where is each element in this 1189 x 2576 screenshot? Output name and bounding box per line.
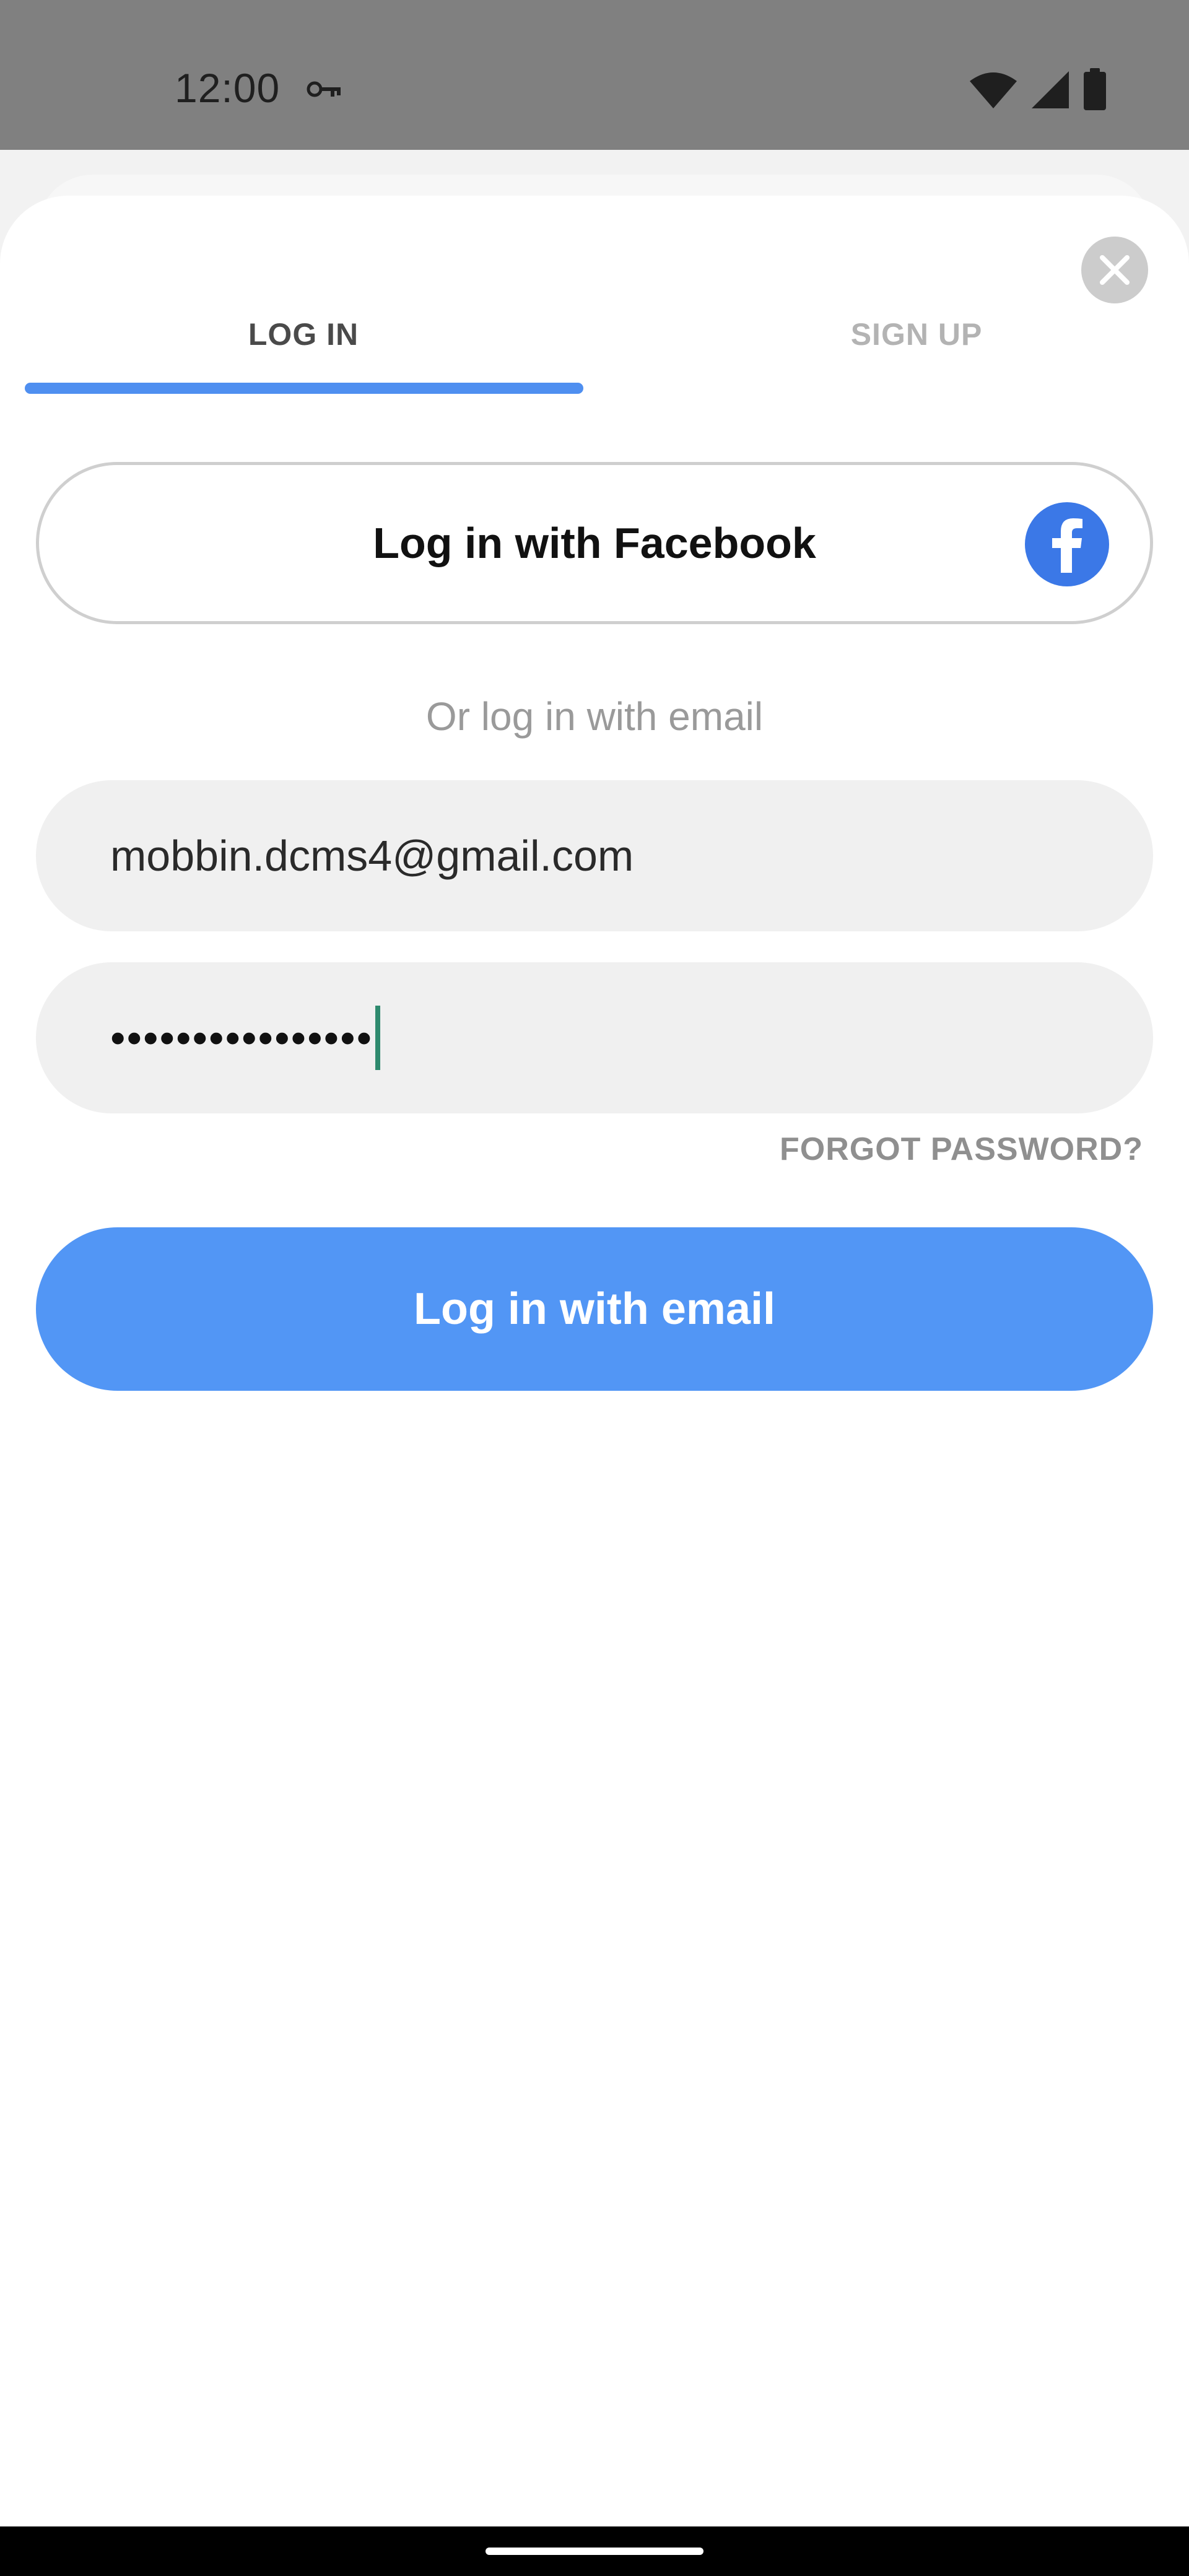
- battery-icon: [1084, 68, 1106, 110]
- home-indicator[interactable]: [486, 2548, 703, 2555]
- login-screen: 12:00 LOG IN SIGN UP Log in with Faceboo…: [0, 0, 1189, 2576]
- active-tab-indicator: [25, 383, 583, 394]
- email-input-value: mobbin.dcms4@gmail.com: [110, 832, 634, 880]
- email-input[interactable]: mobbin.dcms4@gmail.com: [36, 780, 1153, 931]
- facebook-login-label: Log in with Facebook: [373, 519, 816, 567]
- password-input-value: ••••••••••••••••: [110, 1014, 373, 1062]
- tab-signup[interactable]: SIGN UP: [619, 297, 1189, 372]
- status-icons: [969, 68, 1107, 111]
- key-icon: [307, 81, 341, 97]
- tab-login[interactable]: LOG IN: [25, 297, 582, 372]
- email-login-button[interactable]: Log in with email: [36, 1227, 1153, 1391]
- email-divider-label: Or log in with email: [425, 694, 764, 739]
- text-cursor: [375, 1006, 381, 1070]
- facebook-icon: [1025, 502, 1109, 586]
- status-bar: 12:00: [0, 0, 1189, 150]
- facebook-login-button[interactable]: Log in with Facebook: [36, 462, 1153, 624]
- auth-tabs: LOG IN SIGN UP: [25, 272, 1189, 396]
- signal-icon: [1032, 71, 1069, 108]
- status-time: 12:00: [175, 65, 281, 111]
- password-input[interactable]: ••••••••••••••••: [36, 962, 1153, 1113]
- wifi-icon: [970, 72, 1017, 108]
- forgot-password-link[interactable]: FORGOT PASSWORD?: [780, 1131, 1143, 1168]
